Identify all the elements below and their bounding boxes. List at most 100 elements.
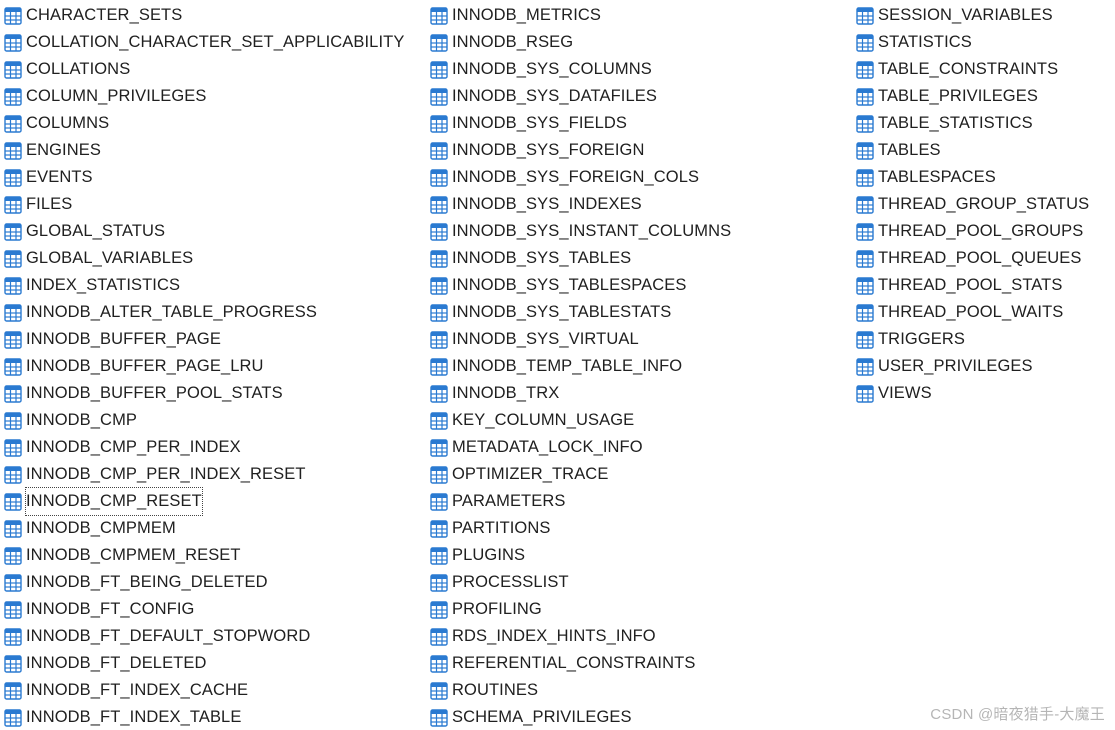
table-item[interactable]: INNODB_BUFFER_POOL_STATS <box>4 380 404 407</box>
table-item-label: GLOBAL_VARIABLES <box>26 245 193 272</box>
table-icon <box>4 682 22 700</box>
table-item[interactable]: INNODB_BUFFER_PAGE_LRU <box>4 353 404 380</box>
table-item[interactable]: TABLES <box>856 137 1089 164</box>
table-item[interactable]: THREAD_GROUP_STATUS <box>856 191 1089 218</box>
table-item[interactable]: INNODB_SYS_TABLES <box>430 245 731 272</box>
table-item-label: THREAD_POOL_QUEUES <box>878 245 1082 272</box>
table-item[interactable]: THREAD_POOL_GROUPS <box>856 218 1089 245</box>
table-item[interactable]: GLOBAL_VARIABLES <box>4 245 404 272</box>
table-item-label: THREAD_GROUP_STATUS <box>878 191 1089 218</box>
table-item[interactable]: INNODB_SYS_FOREIGN <box>430 137 731 164</box>
table-item-label: OPTIMIZER_TRACE <box>452 461 608 488</box>
table-item[interactable]: INNODB_FT_CONFIG <box>4 596 404 623</box>
table-item[interactable]: INNODB_SYS_INSTANT_COLUMNS <box>430 218 731 245</box>
table-item[interactable]: INNODB_SYS_FOREIGN_COLS <box>430 164 731 191</box>
table-item[interactable]: INDEX_STATISTICS <box>4 272 404 299</box>
table-item[interactable]: COLLATIONS <box>4 56 404 83</box>
table-item[interactable]: THREAD_POOL_STATS <box>856 272 1089 299</box>
table-item[interactable]: INNODB_TRX <box>430 380 731 407</box>
table-item[interactable]: INNODB_METRICS <box>430 2 731 29</box>
table-icon <box>856 358 874 376</box>
table-item[interactable]: STATISTICS <box>856 29 1089 56</box>
table-icon <box>856 61 874 79</box>
table-item-label: INNODB_FT_INDEX_TABLE <box>26 704 241 730</box>
table-item[interactable]: TABLE_CONSTRAINTS <box>856 56 1089 83</box>
table-item[interactable]: INNODB_CMP_PER_INDEX <box>4 434 404 461</box>
table-item[interactable]: INNODB_FT_DELETED <box>4 650 404 677</box>
table-icon <box>4 358 22 376</box>
table-item[interactable]: ENGINES <box>4 137 404 164</box>
table-item[interactable]: COLUMNS <box>4 110 404 137</box>
table-item[interactable]: USER_PRIVILEGES <box>856 353 1089 380</box>
table-item[interactable]: PROCESSLIST <box>430 569 731 596</box>
table-icon <box>430 574 448 592</box>
table-icon <box>856 385 874 403</box>
table-item[interactable]: INNODB_SYS_INDEXES <box>430 191 731 218</box>
table-list-view: CHARACTER_SETS COLLATION_CHARACTER_SET_A… <box>0 0 1115 730</box>
table-icon <box>856 250 874 268</box>
table-item[interactable]: PARTITIONS <box>430 515 731 542</box>
table-item[interactable]: VIEWS <box>856 380 1089 407</box>
table-icon <box>430 439 448 457</box>
table-item[interactable]: KEY_COLUMN_USAGE <box>430 407 731 434</box>
table-item[interactable]: ROUTINES <box>430 677 731 704</box>
table-item[interactable]: RDS_INDEX_HINTS_INFO <box>430 623 731 650</box>
table-icon <box>4 250 22 268</box>
table-item[interactable]: PARAMETERS <box>430 488 731 515</box>
table-item-label: METADATA_LOCK_INFO <box>452 434 643 461</box>
table-item[interactable]: THREAD_POOL_QUEUES <box>856 245 1089 272</box>
table-item[interactable]: CHARACTER_SETS <box>4 2 404 29</box>
table-icon <box>856 223 874 241</box>
table-item[interactable]: TABLESPACES <box>856 164 1089 191</box>
table-item[interactable]: INNODB_SYS_FIELDS <box>430 110 731 137</box>
table-item[interactable]: INNODB_SYS_DATAFILES <box>430 83 731 110</box>
table-item-label: INNODB_SYS_TABLESTATS <box>452 299 671 326</box>
table-item[interactable]: INNODB_CMP <box>4 407 404 434</box>
table-item[interactable]: INNODB_FT_INDEX_CACHE <box>4 677 404 704</box>
table-item[interactable]: OPTIMIZER_TRACE <box>430 461 731 488</box>
table-item[interactable]: INNODB_BUFFER_PAGE <box>4 326 404 353</box>
table-item[interactable]: INNODB_CMP_PER_INDEX_RESET <box>4 461 404 488</box>
table-item[interactable]: PROFILING <box>430 596 731 623</box>
table-item[interactable]: SESSION_VARIABLES <box>856 2 1089 29</box>
table-icon <box>856 7 874 25</box>
table-item[interactable]: INNODB_FT_BEING_DELETED <box>4 569 404 596</box>
table-item[interactable]: THREAD_POOL_WAITS <box>856 299 1089 326</box>
column-3: SESSION_VARIABLES STATISTICS TABLE_CONST… <box>856 2 1089 407</box>
table-item[interactable]: INNODB_TEMP_TABLE_INFO <box>430 353 731 380</box>
table-item-label: INNODB_CMPMEM_RESET <box>26 542 241 569</box>
table-item[interactable]: COLLATION_CHARACTER_SET_APPLICABILITY <box>4 29 404 56</box>
table-item[interactable]: GLOBAL_STATUS <box>4 218 404 245</box>
table-item-label: INNODB_ALTER_TABLE_PROGRESS <box>26 299 317 326</box>
table-item-label: INNODB_BUFFER_PAGE <box>26 326 221 353</box>
table-icon <box>430 493 448 511</box>
table-item[interactable]: INNODB_SYS_TABLESPACES <box>430 272 731 299</box>
table-item[interactable]: TABLE_PRIVILEGES <box>856 83 1089 110</box>
table-item-label: INNODB_METRICS <box>452 2 601 29</box>
table-item[interactable]: INNODB_CMPMEM_RESET <box>4 542 404 569</box>
table-item[interactable]: INNODB_SYS_COLUMNS <box>430 56 731 83</box>
table-item[interactable]: INNODB_SYS_VIRTUAL <box>430 326 731 353</box>
table-item[interactable]: METADATA_LOCK_INFO <box>430 434 731 461</box>
table-icon <box>856 169 874 187</box>
table-item[interactable]: TRIGGERS <box>856 326 1089 353</box>
table-item[interactable]: EVENTS <box>4 164 404 191</box>
table-icon <box>430 547 448 565</box>
table-item-label: INNODB_CMP_PER_INDEX <box>26 434 241 461</box>
table-item[interactable]: INNODB_ALTER_TABLE_PROGRESS <box>4 299 404 326</box>
table-item[interactable]: INNODB_CMP_RESET <box>4 488 404 515</box>
table-item[interactable]: PLUGINS <box>430 542 731 569</box>
table-item-label: VIEWS <box>878 380 932 407</box>
table-item[interactable]: COLUMN_PRIVILEGES <box>4 83 404 110</box>
table-item[interactable]: TABLE_STATISTICS <box>856 110 1089 137</box>
table-item[interactable]: SCHEMA_PRIVILEGES <box>430 704 731 730</box>
table-item[interactable]: INNODB_CMPMEM <box>4 515 404 542</box>
table-item[interactable]: FILES <box>4 191 404 218</box>
table-item[interactable]: INNODB_SYS_TABLESTATS <box>430 299 731 326</box>
table-item-label: TABLES <box>878 137 941 164</box>
table-item[interactable]: REFERENTIAL_CONSTRAINTS <box>430 650 731 677</box>
table-item[interactable]: INNODB_FT_INDEX_TABLE <box>4 704 404 730</box>
table-item[interactable]: INNODB_RSEG <box>430 29 731 56</box>
table-item[interactable]: INNODB_FT_DEFAULT_STOPWORD <box>4 623 404 650</box>
table-item-label: INNODB_CMP_RESET <box>26 488 202 515</box>
